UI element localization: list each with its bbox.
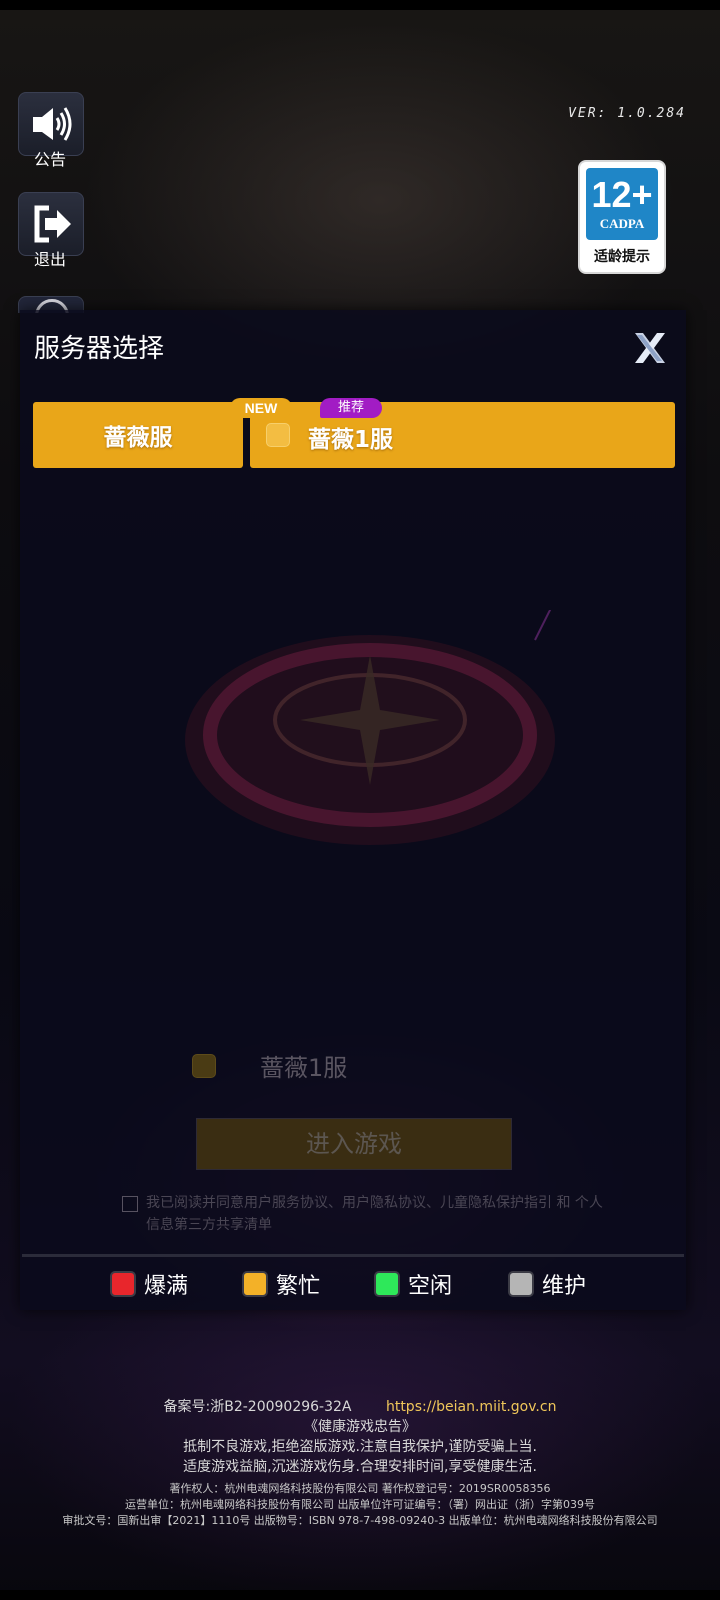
exit-label: 退出 [33,250,66,269]
age-rating-number: 12+ [591,174,653,215]
health-advice-title: 《健康游戏忠告》 [304,1419,416,1435]
exit-icon [34,205,71,243]
dialog-title: 服务器选择 [34,334,165,364]
age-rating-org: CADPA [599,216,645,231]
server-group-tab[interactable]: 蔷薇服 [33,402,243,468]
beyblade-emblem [185,610,555,845]
navigation-bar [0,1590,720,1600]
age-rating-icon: 12+ CADPA [586,168,658,240]
status-idle-icon [374,1271,400,1297]
selected-server-indicator [192,1054,216,1078]
status-maintenance-icon [508,1271,534,1297]
close-x-icon[interactable] [632,330,668,366]
status-busy-icon [242,1271,268,1297]
copyright-line: 著作权人：杭州电魂网络科技股份有限公司 著作权登记号：2019SR0058356 [169,1482,551,1495]
server-status-indicator [266,423,290,447]
selected-server-name: 蔷薇1服 [260,1054,348,1082]
speaker-icon [33,107,72,141]
status-bar [0,0,720,10]
age-rating-tip: 适龄提示 [594,249,650,265]
recommended-tag: 推荐 [320,398,382,418]
enter-game-button: 进入游戏 [196,1118,512,1170]
age-rating-badge[interactable]: 12+ CADPA 适龄提示 [578,160,666,274]
legend-label-full: 爆满 [144,1274,189,1299]
agreement-text: 我已阅读并同意用户服务协议、用户隐私协议、儿童隐私保护指引 和 个人信息第三方共… [146,1195,603,1233]
announcement-label: 公告 [33,150,66,169]
server-list-item[interactable]: 蔷薇1服 [250,402,675,468]
icp-link[interactable]: https://beian.miit.gov.cn [386,1399,557,1415]
legend-divider [22,1254,684,1257]
legend-label-maintenance: 维护 [542,1274,587,1299]
approval-line: 审批文号：国新出审【2021】1110号 出版物号：ISBN 978-7-498… [62,1514,658,1527]
agreement-checkbox [122,1196,138,1212]
status-full-icon [110,1271,136,1297]
health-advice-line-1: 抵制不良游戏,拒绝盗版游戏.注意自我保护,谨防受骗上当. [183,1439,537,1455]
operator-line: 运营单位：杭州电魂网络科技股份有限公司 出版单位许可证编号：（署）网出证（浙）字… [125,1498,595,1511]
server-name: 蔷薇1服 [308,427,394,453]
icp-number: 备案号:浙B2-20090296-32A [163,1399,352,1415]
health-advice-line-2: 适度游戏益脑,沉迷游戏伤身.合理安排时间,享受健康生活. [183,1459,537,1475]
legend-label-busy: 繁忙 [276,1274,321,1299]
legend-label-idle: 空闲 [408,1274,453,1299]
icp-line: 备案号:浙B2-20090296-32A https://beian.miit.… [0,1396,720,1416]
version-text: VER: 1.0.284 [568,106,686,121]
new-tag: NEW [230,398,292,418]
